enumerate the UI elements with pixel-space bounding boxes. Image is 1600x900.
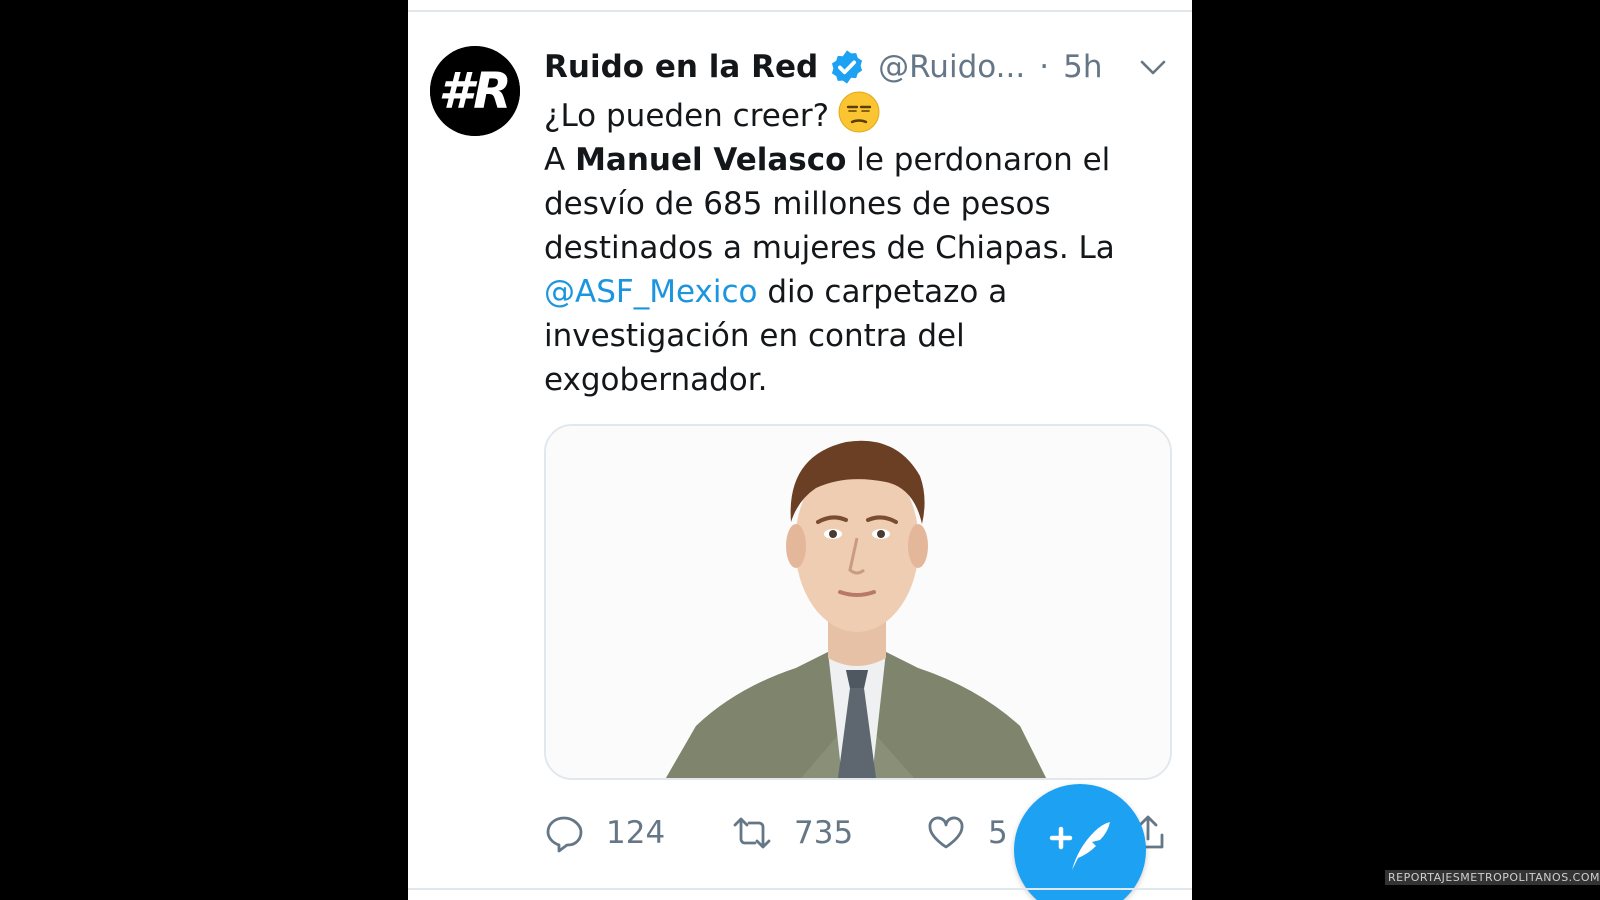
watermark: REPORTAJESMETROPOLITANOS.COM.MX — [1385, 870, 1600, 885]
tweet-prefix: A — [544, 142, 576, 178]
tweet-question: ¿Lo pueden creer? — [544, 98, 830, 134]
display-name[interactable]: Ruido en la Red — [544, 49, 818, 85]
separator-dot: · — [1039, 49, 1050, 85]
avatar[interactable]: #R — [430, 46, 520, 136]
tweet-timestamp[interactable]: 5h — [1063, 49, 1102, 85]
retweet-button[interactable]: 735 — [732, 808, 853, 858]
reply-button[interactable]: 124 — [544, 808, 665, 858]
retweet-count: 735 — [794, 815, 854, 851]
tweet-body: A Manuel Velasco le perdonaron el desvío… — [544, 138, 1174, 402]
retweet-icon — [733, 817, 771, 849]
bold-name: Manuel Velasco — [575, 142, 847, 178]
avatar-text: #R — [438, 62, 511, 120]
compose-tweet-icon — [1049, 822, 1110, 870]
like-button[interactable]: 5 — [926, 808, 1008, 858]
tweet-text: ¿Lo pueden creer? A Manuel Velasco le pe… — [544, 90, 1174, 402]
hashtag-r-logo-icon: #R — [430, 46, 520, 136]
reply-count: 124 — [606, 815, 666, 851]
unamused-face-emoji-icon — [837, 90, 881, 134]
like-count: 5 — [988, 815, 1008, 851]
portrait-photo-icon — [546, 426, 1170, 778]
divider-bottom — [408, 888, 1192, 890]
divider-top — [408, 10, 1192, 12]
chevron-down-icon[interactable] — [1138, 52, 1168, 82]
tweet-photo[interactable] — [544, 424, 1172, 780]
mention-link[interactable]: @ASF_Mexico — [544, 274, 757, 310]
tweet-header: Ruido en la Red @Ruido... · 5h — [544, 42, 1174, 92]
heart-icon — [928, 816, 964, 849]
tweet-first-line: ¿Lo pueden creer? — [544, 90, 1174, 138]
compose-tweet-button[interactable] — [1014, 784, 1146, 900]
tweet-card: #R Ruido en la Red @Ruido... · 5h ¿Lo pu… — [408, 0, 1192, 900]
reply-icon — [546, 816, 583, 853]
user-handle[interactable]: @Ruido... — [878, 49, 1025, 85]
verified-badge-icon — [828, 48, 866, 86]
